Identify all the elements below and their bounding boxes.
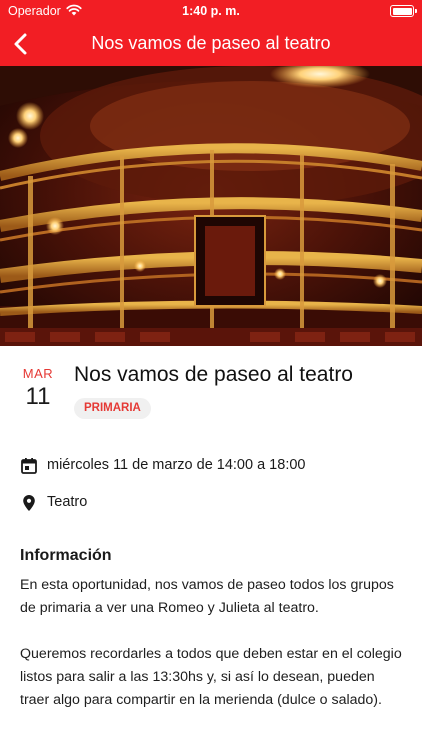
- location-pin-icon: [23, 495, 35, 511]
- info-paragraph: Queremos recordarles a todos que deben e…: [20, 646, 402, 708]
- event-category-chip: PRIMARIA: [74, 398, 151, 419]
- status-bar: Operador 1:40 p. m.: [0, 0, 422, 22]
- event-hero-image: [0, 66, 422, 346]
- event-location: Teatro: [47, 494, 88, 510]
- clock-time: 1:40 p. m.: [182, 4, 240, 18]
- info-paragraph: En esta oportunidad, nos vamos de paseo …: [20, 577, 394, 616]
- event-title: Nos vamos de paseo al teatro: [74, 363, 353, 386]
- info-body: En esta oportunidad, nos vamos de paseo …: [20, 574, 405, 735]
- battery-icon: [390, 5, 417, 17]
- calendar-icon: [21, 458, 37, 474]
- event-day: 11: [25, 383, 51, 410]
- event-month: MAR: [22, 366, 54, 381]
- event-datetime: miércoles 11 de marzo de 14:00 a 18:00: [47, 457, 306, 473]
- info-heading: Información: [20, 547, 112, 564]
- nav-title: Nos vamos de paseo al teatro: [91, 33, 331, 53]
- event-date-badge: MAR 11: [20, 366, 56, 411]
- app-header: Operador 1:40 p. m. Nos vamos de paseo a…: [0, 0, 422, 66]
- navigation-bar: Nos vamos de paseo al teatro: [0, 22, 422, 66]
